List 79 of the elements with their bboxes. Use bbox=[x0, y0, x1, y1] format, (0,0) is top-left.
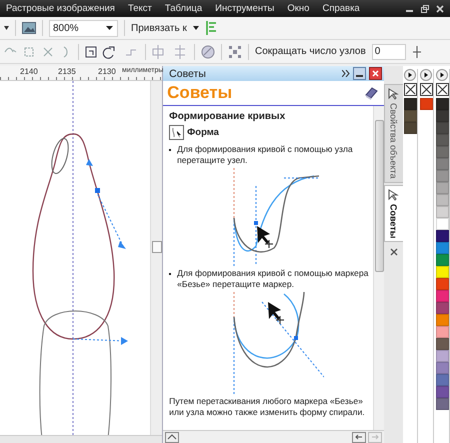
menu-item[interactable]: Инструменты bbox=[215, 3, 274, 14]
tip-text: Для формирования кривой с помощью маркера «Безье» перетащите маркер. bbox=[177, 268, 369, 290]
color-swatch[interactable] bbox=[404, 122, 416, 134]
no-color-swatch[interactable] bbox=[404, 83, 416, 96]
ruler-label: 2135 bbox=[58, 67, 76, 76]
back-icon[interactable] bbox=[352, 432, 366, 442]
color-swatch[interactable] bbox=[436, 182, 448, 194]
minimize-icon[interactable] bbox=[353, 67, 366, 80]
color-swatch[interactable] bbox=[436, 146, 448, 158]
section-title: Формирование кривых bbox=[169, 111, 286, 122]
color-swatch[interactable] bbox=[420, 98, 432, 110]
docker-title: Советы bbox=[169, 68, 207, 80]
menu-item[interactable]: Текст bbox=[128, 3, 152, 14]
color-swatch[interactable] bbox=[436, 110, 448, 122]
color-swatch[interactable] bbox=[404, 98, 416, 110]
docker-tab[interactable]: Свойства объекта bbox=[384, 84, 404, 183]
tool-name: Форма bbox=[187, 127, 219, 138]
menu-item[interactable]: Таблица bbox=[164, 3, 202, 14]
align-icon[interactable] bbox=[204, 21, 217, 35]
color-swatch[interactable] bbox=[436, 158, 448, 170]
color-swatch[interactable] bbox=[436, 374, 448, 386]
scrollbar[interactable] bbox=[373, 106, 384, 430]
menu-item[interactable]: Окно bbox=[287, 3, 310, 14]
color-swatch[interactable] bbox=[404, 110, 416, 122]
color-swatch[interactable] bbox=[436, 290, 448, 302]
color-swatch[interactable] bbox=[436, 170, 448, 182]
image-icon[interactable] bbox=[22, 22, 36, 34]
color-swatch[interactable] bbox=[436, 398, 448, 410]
color-swatch[interactable] bbox=[436, 254, 448, 266]
reduce-nodes-field[interactable]: 0 bbox=[372, 44, 406, 60]
scrollbar[interactable] bbox=[0, 435, 162, 443]
cursor-icon bbox=[388, 188, 400, 201]
color-swatch[interactable] bbox=[436, 122, 448, 134]
color-swatch[interactable] bbox=[436, 314, 448, 326]
menu-item[interactable]: Справка bbox=[322, 3, 360, 14]
book-icon[interactable] bbox=[364, 86, 378, 100]
color-swatch[interactable] bbox=[436, 266, 448, 278]
ruler-label: 2130 bbox=[98, 67, 116, 76]
docker-heading: Советы bbox=[167, 83, 232, 103]
no-color-swatch[interactable] bbox=[420, 83, 432, 96]
color-swatch[interactable] bbox=[436, 218, 448, 230]
color-swatch[interactable] bbox=[436, 302, 448, 314]
scrollbar[interactable] bbox=[150, 81, 162, 435]
zoom-dropdown[interactable]: 800% bbox=[49, 20, 118, 36]
restore-icon[interactable] bbox=[421, 4, 429, 12]
color-swatch[interactable] bbox=[436, 386, 448, 398]
align-nodes-drawing bbox=[152, 44, 188, 58]
color-swatch[interactable] bbox=[436, 230, 448, 242]
caret-icon[interactable] bbox=[106, 26, 113, 30]
color-swatch[interactable] bbox=[436, 278, 448, 290]
shape-tool-icon bbox=[169, 125, 184, 140]
close-icon[interactable] bbox=[369, 67, 382, 80]
docker-tab[interactable]: Советы bbox=[384, 184, 404, 242]
color-swatch[interactable] bbox=[436, 194, 448, 206]
caret-icon[interactable] bbox=[4, 26, 9, 30]
menu-item[interactable]: Растровые изображения bbox=[6, 3, 115, 14]
color-swatch[interactable] bbox=[436, 134, 448, 146]
no-color-swatch[interactable] bbox=[436, 83, 448, 96]
scrollbar-thumb[interactable] bbox=[375, 120, 384, 272]
color-swatch[interactable] bbox=[436, 338, 448, 350]
color-swatch[interactable] bbox=[436, 206, 448, 218]
footer-text: Путем перетаскивания любого маркера «Безье» или узла можно также изменить форму спирали. bbox=[169, 396, 366, 418]
select-nodes-icon[interactable] bbox=[228, 44, 242, 58]
tip-text: Для формирования кривой с помощью узла перетащите узел. bbox=[177, 144, 354, 166]
reduce-nodes-label: Сокращать число узлов bbox=[255, 46, 366, 57]
home-icon[interactable] bbox=[165, 432, 180, 442]
close-icon[interactable] bbox=[390, 248, 398, 256]
snap-button[interactable]: Привязать к bbox=[131, 22, 187, 34]
color-swatch[interactable] bbox=[436, 326, 448, 338]
color-swatch[interactable] bbox=[436, 350, 448, 362]
chevron-icon[interactable] bbox=[342, 70, 350, 77]
ruler-label: 2140 bbox=[20, 67, 38, 76]
color-swatch[interactable] bbox=[436, 98, 448, 110]
color-swatch[interactable] bbox=[436, 362, 448, 374]
node-curve-drawing bbox=[85, 44, 139, 58]
caret-icon[interactable] bbox=[192, 26, 199, 30]
scrollbar-thumb[interactable] bbox=[152, 241, 162, 253]
cursor-icon bbox=[388, 88, 400, 100]
color-swatch[interactable] bbox=[436, 242, 448, 254]
